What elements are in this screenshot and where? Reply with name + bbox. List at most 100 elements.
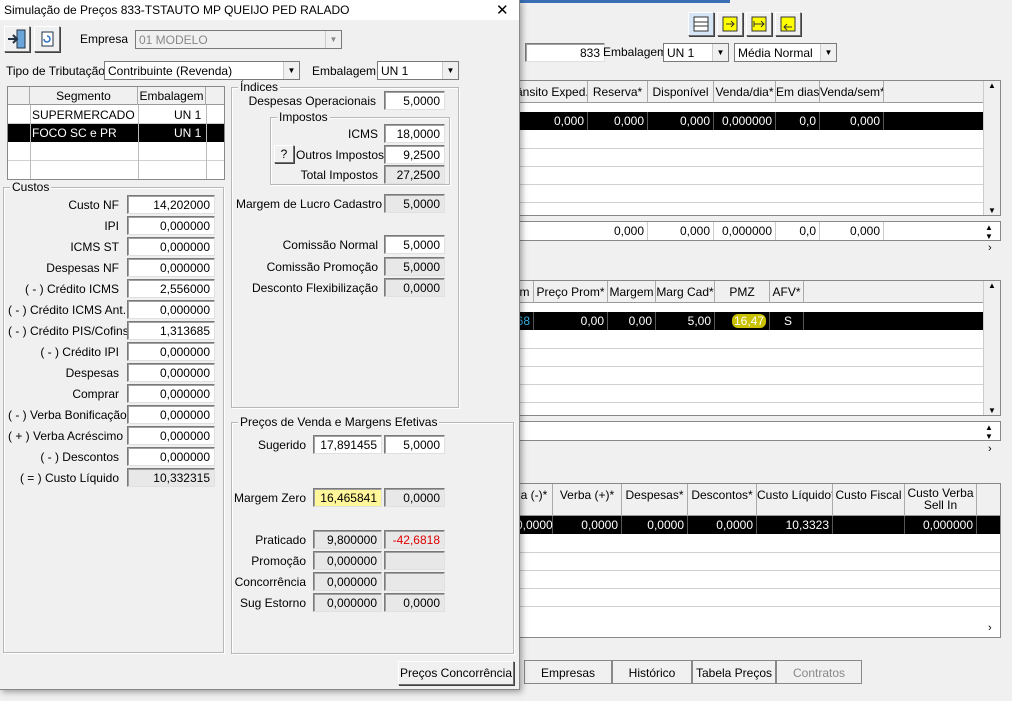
chevron-down-icon: ▼ bbox=[283, 62, 299, 79]
custo-input[interactable]: 1,313685 bbox=[127, 321, 215, 340]
stock-totals: 0,000 0,000 0,000000 0,0 0,000 bbox=[515, 221, 1001, 241]
cell: 0,00 bbox=[608, 312, 656, 330]
price-grid-scrollbar[interactable]: ▲ ▼ bbox=[983, 281, 1000, 415]
total-reserva: 0,000 bbox=[588, 222, 648, 240]
scroll-down-icon: ▼ bbox=[988, 406, 996, 415]
custo-input[interactable]: 0,000000 bbox=[127, 342, 215, 361]
custo-input[interactable]: 0,000000 bbox=[127, 237, 215, 256]
custo-input[interactable]: 2,556000 bbox=[127, 279, 215, 298]
custo-input[interactable]: 0,000000 bbox=[127, 405, 215, 424]
com-normal-input[interactable]: 5,0000 bbox=[384, 235, 445, 254]
chevron-right-icon[interactable]: › bbox=[988, 622, 992, 634]
view-toggle-3[interactable] bbox=[746, 12, 772, 36]
spin-icon[interactable]: ▲ ▼ bbox=[985, 423, 993, 441]
icms-label: ICMS bbox=[348, 127, 378, 141]
tab-contratos[interactable]: Contratos bbox=[776, 660, 862, 684]
precos-concorrencia-button[interactable]: Preços Concorrência bbox=[398, 661, 514, 685]
desp-op-label: Despesas Operacionais bbox=[248, 94, 376, 108]
chevron-right-icon[interactable]: › bbox=[988, 443, 992, 455]
chevron-down-icon: ▼ bbox=[820, 44, 836, 61]
tab-empresas[interactable]: Empresas bbox=[524, 660, 612, 684]
tab-tabela-precos[interactable]: Tabela Preços bbox=[692, 660, 776, 684]
refresh-button[interactable] bbox=[34, 26, 60, 52]
col-verba-menos: a (-)* bbox=[516, 484, 553, 516]
empresa-select[interactable]: 01 MODELO ▼ bbox=[135, 30, 342, 49]
col-custo-verba: Custo Verba Sell In bbox=[905, 484, 977, 516]
sug-estorno-label: Sug Estorno bbox=[239, 596, 306, 610]
custo-input[interactable]: 0,000000 bbox=[127, 363, 215, 382]
cell bbox=[833, 516, 905, 534]
cost-grid-row[interactable]: 0,0000 0,0000 0,0000 0,0000 10,3323 0,00… bbox=[516, 516, 1000, 534]
com-promo-input: 5,0000 bbox=[384, 257, 445, 276]
col-venda-sem: Venda/sem* bbox=[820, 81, 884, 103]
empresa-value: 01 MODELO bbox=[139, 33, 208, 47]
close-icon[interactable]: ✕ bbox=[496, 1, 509, 19]
custo-input[interactable]: 0,000000 bbox=[127, 258, 215, 277]
view-toggle-2[interactable] bbox=[717, 12, 743, 36]
tributacao-value: Contribuinte (Revenda) bbox=[108, 64, 233, 78]
custo-input[interactable]: 0,000000 bbox=[127, 384, 215, 403]
exit-button[interactable] bbox=[4, 26, 30, 52]
col-descontos: Descontos* bbox=[688, 484, 757, 516]
tributacao-select[interactable]: Contribuinte (Revenda) ▼ bbox=[104, 61, 300, 80]
custo-label: ( - ) Crédito PIS/Cofins bbox=[8, 324, 129, 338]
col-preco-prom: Preço Prom* bbox=[534, 281, 608, 303]
desp-op-input[interactable]: 5,0000 bbox=[384, 91, 445, 110]
price-grid[interactable]: m Preço Prom* Margem Marg Cad* PMZ AFV* … bbox=[515, 280, 1001, 416]
cell: 0,000 bbox=[648, 112, 714, 130]
icms-input[interactable]: 18,0000 bbox=[384, 124, 445, 143]
segment-row-selected[interactable]: FOCO SC e PR UN 1 bbox=[8, 124, 224, 142]
stock-grid-row[interactable]: 0,000 0,000 0,000 0,000000 0,0 0,000 bbox=[516, 112, 984, 130]
custo-input[interactable]: 0,000000 bbox=[127, 300, 215, 319]
cost-grid[interactable]: a (-)* Verba (+)* Despesas* Descontos* C… bbox=[515, 483, 1001, 638]
segment-embalagem: UN 1 bbox=[174, 126, 202, 140]
total-venda-sem: 0,000 bbox=[820, 222, 884, 240]
custo-input[interactable]: 14,202000 bbox=[127, 195, 215, 214]
price-grid-row[interactable]: 68 0,00 0,00 5,00 16,47 S bbox=[516, 312, 984, 330]
outros-input[interactable]: 9,2500 bbox=[384, 145, 445, 164]
chevron-right-icon[interactable]: › bbox=[988, 242, 992, 254]
sugerido-input[interactable]: 17,891455 bbox=[313, 435, 382, 454]
sug-estorno-input: 0,000000 bbox=[313, 593, 382, 612]
stock-grid-scrollbar[interactable]: ▲ ▼ bbox=[983, 81, 1000, 215]
concorrencia-margem-input bbox=[384, 572, 445, 591]
media-select[interactable]: Média Normal ▼ bbox=[734, 43, 837, 62]
spin-icon[interactable]: ▲ ▼ bbox=[985, 223, 993, 241]
outros-label: Outros Impostos bbox=[296, 148, 385, 162]
tab-historico[interactable]: Histórico bbox=[612, 660, 692, 684]
custo-input[interactable]: 0,000000 bbox=[127, 216, 215, 235]
total-input: 27,2500 bbox=[384, 165, 445, 184]
background-window: 833 Embalagem UN 1 ▼ Média Normal ▼ ânsito… bbox=[400, 0, 1012, 701]
view-toggle-4[interactable] bbox=[775, 12, 801, 36]
media-value: Média Normal bbox=[738, 46, 813, 60]
col-despesas: Despesas* bbox=[622, 484, 688, 516]
embalagem-select[interactable]: UN 1 ▼ bbox=[377, 61, 459, 80]
segment-grid[interactable]: Segmento Embalagem SUPERMERCADO UN 1 FOC… bbox=[7, 86, 225, 180]
praticado-margem-input: -42,6818 bbox=[384, 530, 445, 549]
help-button[interactable]: ? bbox=[274, 145, 294, 163]
bg-embalagem-select[interactable]: UN 1 ▼ bbox=[663, 43, 729, 62]
promocao-input: 0,000000 bbox=[313, 551, 382, 570]
stock-grid[interactable]: ânsito Exped.* Reserva* Disponível Venda… bbox=[515, 80, 1001, 216]
sugerido-margem-input[interactable]: 5,0000 bbox=[384, 435, 445, 454]
sug-estorno-margem-input: 0,0000 bbox=[384, 593, 445, 612]
praticado-input: 9,800000 bbox=[313, 530, 382, 549]
col-em-dias: Em dias bbox=[776, 81, 820, 103]
segment-row[interactable]: SUPERMERCADO UN 1 bbox=[8, 106, 224, 124]
col-margem: Margem bbox=[608, 281, 656, 303]
com-normal-label: Comissão Normal bbox=[282, 238, 378, 252]
scroll-up-icon: ▲ bbox=[988, 281, 996, 290]
custo-input[interactable]: 0,000000 bbox=[127, 426, 215, 445]
stock-grid-header: ânsito Exped.* Reserva* Disponível Venda… bbox=[516, 81, 1000, 103]
cell: 0,0000 bbox=[553, 516, 622, 534]
custo-label: Despesas bbox=[65, 366, 119, 380]
product-code-field[interactable]: 833 bbox=[525, 43, 605, 62]
custo-label: ( - ) Crédito IPI bbox=[40, 345, 119, 359]
view-toggle-1[interactable] bbox=[688, 12, 714, 36]
margem-zero-input: 16,465841 bbox=[313, 488, 382, 507]
price-totals bbox=[515, 421, 1001, 441]
custos-title: Custos bbox=[10, 180, 52, 194]
custo-input[interactable]: 0,000000 bbox=[127, 447, 215, 466]
pmz-cell: 16,47 bbox=[715, 312, 770, 330]
dialog-titlebar: Simulação de Preços 833-TSTAUTO MP QUEIJ… bbox=[0, 0, 519, 20]
